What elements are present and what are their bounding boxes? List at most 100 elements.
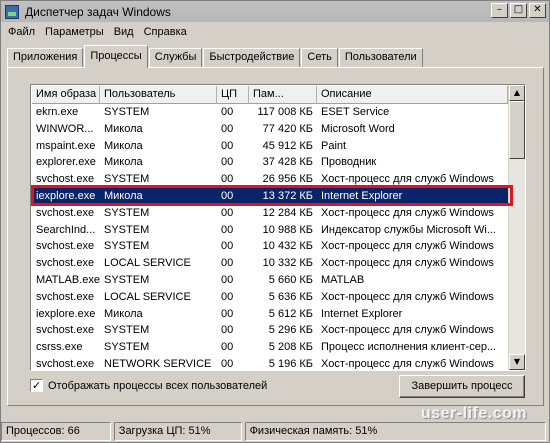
cell-memory: 5 636 КБ <box>268 290 313 303</box>
cell-description: Internet Explorer <box>321 189 403 202</box>
show-all-users-option[interactable]: ✓ Отображать процессы всех пользователей <box>30 379 267 392</box>
table-row[interactable]: iexplore.exe Микола 00 13 372 КБ Internet Ex… <box>32 187 524 205</box>
tab-network[interactable]: Сеть <box>301 48 338 68</box>
vertical-scrollbar[interactable]: ▲ ▼ <box>508 85 525 370</box>
tab-applications[interactable]: Приложения <box>7 48 84 68</box>
cell-memory: 10 332 КБ <box>262 257 313 270</box>
cell-user: SYSTEM <box>104 341 150 354</box>
cell-memory: 26 956 КБ <box>262 173 313 186</box>
minimize-button[interactable]: – <box>491 3 508 18</box>
cell-image-name: svchost.exe <box>36 290 95 303</box>
cell-user: Микола <box>104 156 143 169</box>
table-row[interactable]: csrss.exe SYSTEM 00 5 208 КБ Процесс исполне… <box>32 339 524 356</box>
cell-cpu: 00 <box>221 206 234 219</box>
table-row[interactable]: explorer.exe Микола 00 37 428 КБ Проводник <box>32 154 524 171</box>
tab-processes[interactable]: Процессы <box>84 45 148 68</box>
tab-services[interactable]: Службы <box>148 48 203 68</box>
process-list[interactable]: Имя образа Пользователь ЦП Пам... Описан… <box>30 84 526 371</box>
cell-description: Хост-процесс для служб Windows <box>321 206 494 219</box>
maximize-button[interactable]: □ <box>510 3 527 18</box>
table-row[interactable]: iexplore.exe Микола 00 5 612 КБ Internet Exp… <box>32 306 524 323</box>
cell-description: Хост-процесс для служб Windows <box>321 173 494 186</box>
cell-image-name: svchost.exe <box>36 206 95 219</box>
cell-description: Хост-процесс для служб Windows <box>321 257 494 270</box>
end-process-button[interactable]: Завершить процесс <box>399 375 525 398</box>
cell-cpu: 00 <box>221 139 234 152</box>
cell-cpu: 00 <box>221 223 234 236</box>
cell-memory: 5 196 КБ <box>268 357 313 369</box>
tab-users[interactable]: Пользователи <box>338 48 423 68</box>
show-all-users-checkbox[interactable]: ✓ <box>30 379 43 392</box>
column-header-user[interactable]: Пользователь <box>100 86 217 104</box>
cell-image-name: iexplore.exe <box>36 307 96 320</box>
close-button[interactable]: ✕ <box>529 3 546 18</box>
cell-description: Хост-процесс для служб Windows <box>321 357 494 369</box>
table-row[interactable]: svchost.exe LOCAL SERVICE 00 10 332 КБ Хост-… <box>32 255 524 272</box>
status-bar: Процессов: 66 Загрузка ЦП: 51% Физическа… <box>1 422 549 442</box>
cell-cpu: 00 <box>221 357 234 369</box>
cell-description: Хост-процесс для служб Windows <box>321 324 494 337</box>
tab-strip: Приложения Процессы Службы Быстродействи… <box>7 45 424 68</box>
cell-cpu: 00 <box>221 257 234 270</box>
cell-memory: 12 284 КБ <box>262 206 313 219</box>
column-header-memory[interactable]: Пам... <box>249 86 317 104</box>
table-row[interactable]: mspaint.exe Микола 00 45 912 КБ Paint <box>32 138 524 155</box>
cell-description: Процесс исполнения клиент-сер... <box>321 341 497 354</box>
cell-memory: 5 296 КБ <box>268 324 313 337</box>
cell-cpu: 00 <box>221 324 234 337</box>
cell-image-name: svchost.exe <box>36 257 95 270</box>
table-row[interactable]: svchost.exe SYSTEM 00 12 284 КБ Хост-процесс… <box>32 205 524 222</box>
cell-memory: 45 912 КБ <box>262 139 313 152</box>
table-row[interactable]: WINWOR... Микола 00 77 420 КБ Microsoft Word <box>32 121 524 138</box>
cell-cpu: 00 <box>221 156 234 169</box>
column-header-image-name[interactable]: Имя образа <box>32 86 100 104</box>
cell-memory: 5 208 КБ <box>268 341 313 354</box>
tab-performance[interactable]: Быстродействие <box>203 48 301 68</box>
column-header-description[interactable]: Описание <box>317 86 508 104</box>
cell-user: SYSTEM <box>104 324 150 337</box>
cell-cpu: 00 <box>221 341 234 354</box>
table-row[interactable]: svchost.exe SYSTEM 00 5 296 КБ Хост-процесс … <box>32 322 524 339</box>
cell-image-name: MATLAB.exe <box>36 273 100 286</box>
menu-view[interactable]: Вид <box>109 26 139 38</box>
cell-description: Paint <box>321 139 347 152</box>
table-row[interactable]: svchost.exe SYSTEM 00 10 432 КБ Хост-процесс… <box>32 238 524 255</box>
cell-image-name: WINWOR... <box>36 122 94 135</box>
menu-options[interactable]: Параметры <box>40 26 109 38</box>
cell-user: SYSTEM <box>104 173 150 186</box>
cell-cpu: 00 <box>221 307 234 320</box>
column-header-cpu[interactable]: ЦП <box>217 86 249 104</box>
cell-cpu: 00 <box>221 290 234 303</box>
cell-description: Хост-процесс для служб Windows <box>321 290 494 303</box>
menu-help[interactable]: Справка <box>139 26 192 38</box>
menu-bar: Файл Параметры Вид Справка <box>1 22 549 41</box>
cell-user: LOCAL SERVICE <box>104 290 191 303</box>
menu-file[interactable]: Файл <box>3 26 40 38</box>
cell-user: LOCAL SERVICE <box>104 257 191 270</box>
table-row[interactable]: MATLAB.exe SYSTEM 00 5 660 КБ MATLAB <box>32 272 524 289</box>
cell-description: Microsoft Word <box>321 122 395 135</box>
cell-user: SYSTEM <box>104 273 150 286</box>
cell-description: Проводник <box>321 156 377 169</box>
cell-image-name: svchost.exe <box>36 357 95 369</box>
scroll-up-arrow-icon[interactable]: ▲ <box>509 85 525 101</box>
cell-description: Internet Explorer <box>321 307 403 320</box>
cell-cpu: 00 <box>221 173 234 186</box>
scroll-thumb[interactable] <box>509 101 525 159</box>
cell-memory: 37 428 КБ <box>262 156 313 169</box>
task-manager-window: Диспетчер задач Windows – □ ✕ Файл Парам… <box>0 0 550 443</box>
show-all-users-label: Отображать процессы всех пользователей <box>48 379 268 392</box>
table-row[interactable]: ekrn.exe SYSTEM 00 117 008 КБ ESET Service <box>32 104 524 121</box>
title-bar[interactable]: Диспетчер задач Windows – □ ✕ <box>1 1 549 22</box>
table-row[interactable]: svchost.exe NETWORK SERVICE 00 5 196 КБ Хост… <box>32 356 524 369</box>
table-row[interactable]: svchost.exe SYSTEM 00 26 956 КБ Хост-процесс… <box>32 171 524 188</box>
cell-user: Микола <box>104 122 143 135</box>
table-row[interactable]: svchost.exe LOCAL SERVICE 00 5 636 КБ Хост-п… <box>32 289 524 306</box>
scroll-down-arrow-icon[interactable]: ▼ <box>509 354 525 370</box>
cell-description: Индексатор службы Microsoft Wi... <box>321 223 496 236</box>
status-cpu-usage: Загрузка ЦП: 51% <box>113 422 242 441</box>
cell-memory: 10 988 КБ <box>262 223 313 236</box>
table-row[interactable]: SearchInd... SYSTEM 00 10 988 КБ Индексатор … <box>32 222 524 239</box>
cell-user: SYSTEM <box>104 240 150 253</box>
cell-cpu: 00 <box>221 273 234 286</box>
